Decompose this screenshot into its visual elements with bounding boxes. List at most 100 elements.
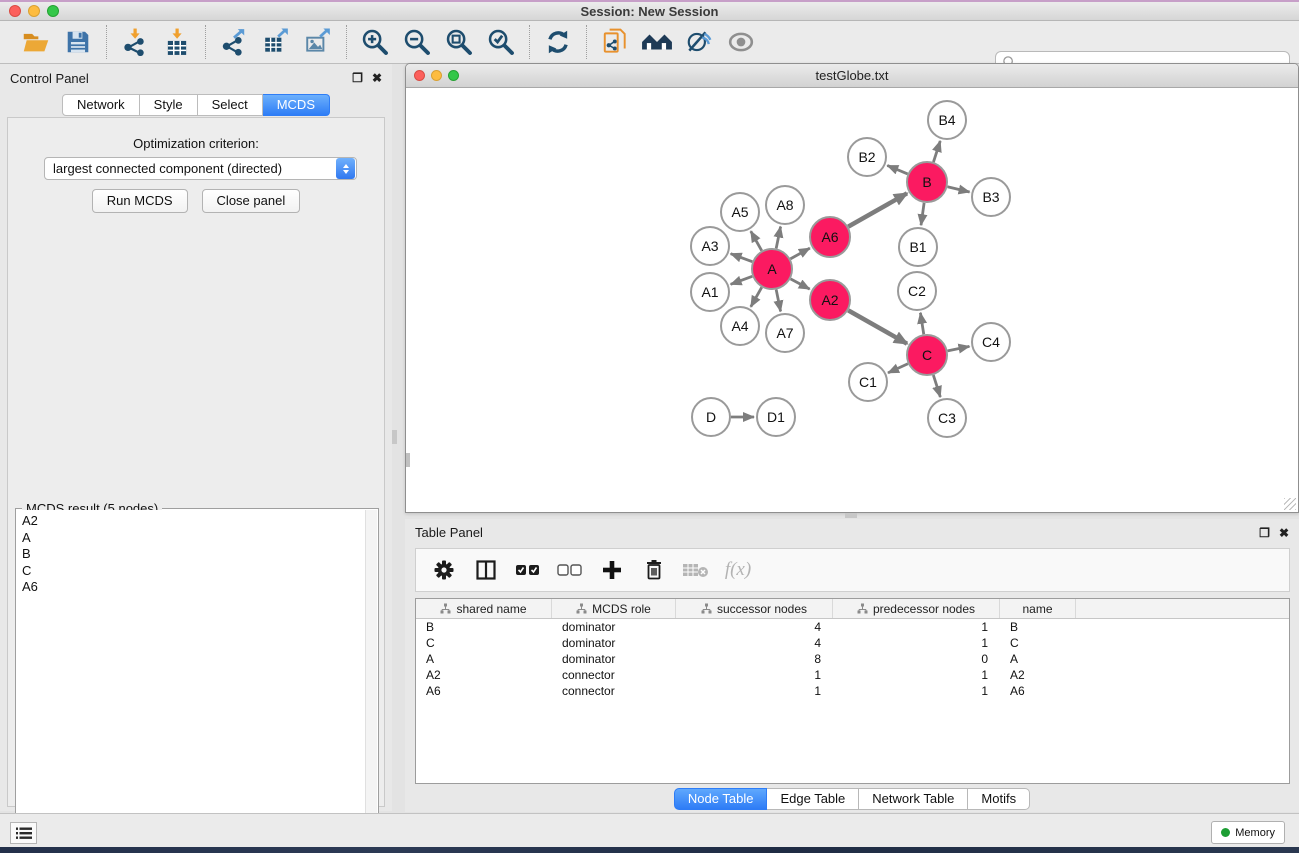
- column-header-name[interactable]: name: [1000, 599, 1076, 618]
- tab-edge-table[interactable]: Edge Table: [767, 788, 859, 810]
- cell-name[interactable]: A: [1000, 652, 1076, 666]
- tab-network-table[interactable]: Network Table: [859, 788, 968, 810]
- float-panel-icon[interactable]: ❐: [352, 72, 363, 84]
- save-session-icon[interactable]: [60, 25, 96, 59]
- column-header-successor-nodes[interactable]: successor nodes: [676, 599, 833, 618]
- float-panel-icon[interactable]: ❐: [1259, 527, 1270, 539]
- column-header-shared-name[interactable]: shared name: [416, 599, 552, 618]
- cell-shared-name[interactable]: A: [416, 652, 552, 666]
- tab-network[interactable]: Network: [62, 94, 140, 116]
- mcds-result-item[interactable]: A6: [22, 579, 365, 596]
- home-icon[interactable]: [639, 25, 675, 59]
- column-header-predecessor-nodes[interactable]: predecessor nodes: [833, 599, 1000, 618]
- edge-B-B3[interactable]: [947, 187, 969, 192]
- cell-name[interactable]: A2: [1000, 668, 1076, 682]
- cell-MCDS-role[interactable]: dominator: [552, 620, 676, 634]
- criterion-dropdown[interactable]: largest connected component (directed): [44, 157, 357, 180]
- delete-table-icon[interactable]: [680, 553, 712, 587]
- network-list-button[interactable]: [10, 822, 37, 844]
- cell-predecessor-nodes[interactable]: 1: [833, 684, 1000, 698]
- network-window-titlebar[interactable]: testGlobe.txt: [406, 64, 1298, 88]
- table-row[interactable]: A2connector11A2: [416, 667, 1289, 683]
- cell-shared-name[interactable]: B: [416, 620, 552, 634]
- delete-column-icon[interactable]: [638, 553, 670, 587]
- mcds-result-item[interactable]: C: [22, 563, 365, 580]
- tab-motifs[interactable]: Motifs: [968, 788, 1030, 810]
- network-graph[interactable]: B4B2BB3A8A5A6A3B1AA1C2A2A4A7C4CC1C3DD1: [406, 88, 1298, 512]
- mcds-result-item[interactable]: A: [22, 530, 365, 547]
- edge-A-A2[interactable]: [791, 279, 810, 289]
- close-panel-icon[interactable]: ✖: [372, 72, 382, 84]
- cell-predecessor-nodes[interactable]: 1: [833, 620, 1000, 634]
- zoom-out-icon[interactable]: [399, 25, 435, 59]
- cell-name[interactable]: B: [1000, 620, 1076, 634]
- run-mcds-button[interactable]: Run MCDS: [92, 189, 188, 213]
- cell-successor-nodes[interactable]: 4: [676, 620, 833, 634]
- edge-A6-B[interactable]: [848, 193, 907, 226]
- import-network-icon[interactable]: [117, 25, 153, 59]
- edge-C-C3[interactable]: [933, 375, 940, 397]
- cell-MCDS-role[interactable]: dominator: [552, 652, 676, 666]
- cell-shared-name[interactable]: A2: [416, 668, 552, 682]
- edge-C-C1[interactable]: [888, 364, 908, 373]
- cell-MCDS-role[interactable]: connector: [552, 684, 676, 698]
- export-network-icon[interactable]: [216, 25, 252, 59]
- cell-shared-name[interactable]: A6: [416, 684, 552, 698]
- edge-B-B4[interactable]: [933, 141, 940, 162]
- memory-button[interactable]: Memory: [1211, 821, 1285, 844]
- zoom-in-icon[interactable]: [357, 25, 393, 59]
- function-builder-icon[interactable]: f(x): [722, 553, 754, 587]
- cell-successor-nodes[interactable]: 8: [676, 652, 833, 666]
- edge-A2-C[interactable]: [848, 310, 907, 343]
- edge-A-A7[interactable]: [776, 290, 780, 312]
- network-canvas[interactable]: B4B2BB3A8A5A6A3B1AA1C2A2A4A7C4CC1C3DD1: [406, 88, 1298, 512]
- mcds-result-item[interactable]: A2: [22, 513, 365, 530]
- edge-A-A3[interactable]: [731, 254, 753, 262]
- close-panel-button[interactable]: Close panel: [202, 189, 301, 213]
- table-row[interactable]: Adominator80A: [416, 651, 1289, 667]
- add-column-icon[interactable]: [596, 553, 628, 587]
- network-resize-handle[interactable]: [1284, 498, 1296, 510]
- edge-A-A4[interactable]: [751, 287, 762, 307]
- cell-shared-name[interactable]: C: [416, 636, 552, 650]
- select-all-checkboxes-icon[interactable]: [512, 553, 544, 587]
- cell-successor-nodes[interactable]: 1: [676, 684, 833, 698]
- edge-A-A1[interactable]: [731, 276, 753, 284]
- tab-node-table[interactable]: Node Table: [674, 788, 768, 810]
- cell-MCDS-role[interactable]: dominator: [552, 636, 676, 650]
- cell-successor-nodes[interactable]: 4: [676, 636, 833, 650]
- deselect-all-checkboxes-icon[interactable]: [554, 553, 586, 587]
- table-row[interactable]: Cdominator41C: [416, 635, 1289, 651]
- show-graphics-icon[interactable]: [723, 25, 759, 59]
- cell-name[interactable]: C: [1000, 636, 1076, 650]
- export-image-icon[interactable]: [300, 25, 336, 59]
- network-scrollbar-nub[interactable]: [406, 453, 410, 467]
- edge-C-C2[interactable]: [920, 313, 923, 335]
- open-session-icon[interactable]: [18, 25, 54, 59]
- mcds-result-scrollbar[interactable]: [365, 510, 377, 850]
- zoom-fit-icon[interactable]: [441, 25, 477, 59]
- edge-C-C4[interactable]: [948, 346, 970, 350]
- hide-graphics-icon[interactable]: [681, 25, 717, 59]
- tab-style[interactable]: Style: [140, 94, 198, 116]
- cell-successor-nodes[interactable]: 1: [676, 668, 833, 682]
- cell-name[interactable]: A6: [1000, 684, 1076, 698]
- pane-divider-handle[interactable]: [392, 430, 397, 444]
- import-table-icon[interactable]: [159, 25, 195, 59]
- mcds-result-item[interactable]: B: [22, 546, 365, 563]
- edge-A-A8[interactable]: [776, 227, 780, 249]
- zoom-selected-icon[interactable]: [483, 25, 519, 59]
- table-row[interactable]: A6connector11A6: [416, 683, 1289, 699]
- pane-divider-handle[interactable]: [845, 513, 857, 518]
- edge-B-B1[interactable]: [921, 203, 924, 225]
- column-header-MCDS-role[interactable]: MCDS role: [552, 599, 676, 618]
- tab-select[interactable]: Select: [198, 94, 263, 116]
- close-panel-icon[interactable]: ✖: [1279, 527, 1289, 539]
- edge-A-A6[interactable]: [790, 248, 809, 259]
- tab-mcds[interactable]: MCDS: [263, 94, 330, 116]
- cell-predecessor-nodes[interactable]: 0: [833, 652, 1000, 666]
- cell-MCDS-role[interactable]: connector: [552, 668, 676, 682]
- edge-B-B2[interactable]: [887, 165, 907, 173]
- column-layout-icon[interactable]: [470, 553, 502, 587]
- refresh-icon[interactable]: [540, 25, 576, 59]
